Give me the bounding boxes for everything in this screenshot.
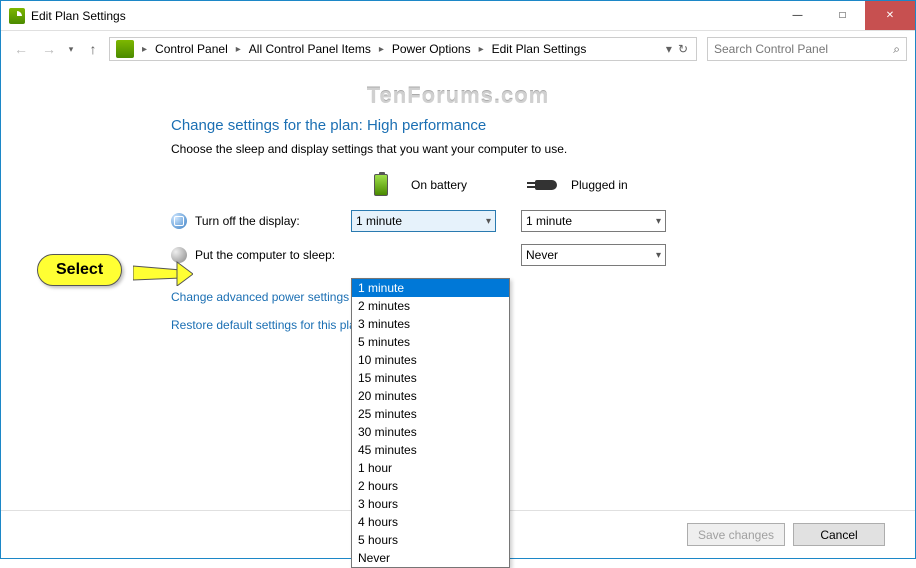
display-battery-combo[interactable]: 1 minute ▾: [351, 210, 496, 232]
back-button[interactable]: ←: [9, 37, 33, 61]
refresh-icon[interactable]: ↻: [678, 42, 688, 56]
dropdown-option[interactable]: 4 hours: [352, 513, 509, 531]
display-plugged-combo[interactable]: 1 minute ▾: [521, 210, 666, 232]
plug-icon: [535, 180, 557, 190]
close-button[interactable]: ✕: [865, 1, 915, 30]
sleep-plugged-combo[interactable]: Never ▾: [521, 244, 666, 266]
dropdown-option[interactable]: 5 minutes: [352, 333, 509, 351]
combo-value: 1 minute: [356, 214, 402, 228]
window-frame: Edit Plan Settings — □ ✕ ← → ▾ ↑ ▸ Contr…: [0, 0, 916, 559]
dropdown-option[interactable]: 10 minutes: [352, 351, 509, 369]
dropdown-option[interactable]: 2 minutes: [352, 297, 509, 315]
dropdown-option[interactable]: 45 minutes: [352, 441, 509, 459]
forward-button[interactable]: →: [37, 37, 61, 61]
control-panel-icon: [116, 40, 134, 58]
link-restore-defaults[interactable]: Restore default settings for this plan: [171, 318, 915, 332]
page-description: Choose the sleep and display settings th…: [171, 142, 915, 156]
minimize-button[interactable]: —: [775, 1, 820, 30]
dropdown-option[interactable]: 25 minutes: [352, 405, 509, 423]
dropdown-option[interactable]: 1 hour: [352, 459, 509, 477]
chevron-down-icon[interactable]: ▾: [666, 42, 672, 56]
combo-value: Never: [526, 248, 558, 262]
content-area: TenForums.com Change settings for the pl…: [1, 67, 915, 510]
save-changes-button[interactable]: Save changes: [687, 523, 785, 546]
dropdown-option[interactable]: 15 minutes: [352, 369, 509, 387]
row-turn-off-display: Turn off the display: 1 minute ▾ 1 minut…: [171, 210, 915, 232]
display-icon: [171, 213, 187, 229]
navbar: ← → ▾ ↑ ▸ Control Panel ▸ All Control Pa…: [1, 31, 915, 67]
chevron-right-icon[interactable]: ▸: [138, 44, 151, 55]
dropdown-option[interactable]: 3 minutes: [352, 315, 509, 333]
breadcrumb-item[interactable]: Control Panel: [151, 42, 232, 56]
chevron-down-icon: ▾: [656, 250, 661, 261]
power-options-icon: [9, 8, 25, 24]
display-battery-dropdown[interactable]: 1 minute2 minutes3 minutes5 minutes10 mi…: [351, 278, 510, 568]
dropdown-option[interactable]: 3 hours: [352, 495, 509, 513]
dropdown-option[interactable]: 5 hours: [352, 531, 509, 549]
dropdown-option[interactable]: 30 minutes: [352, 423, 509, 441]
column-headers: On battery Plugged in: [171, 174, 915, 196]
search-placeholder: Search Control Panel: [714, 42, 828, 56]
up-button[interactable]: ↑: [81, 37, 105, 61]
page-title: Change settings for the plan: High perfo…: [171, 117, 915, 134]
links-section: Change advanced power settings Restore d…: [171, 290, 915, 332]
breadcrumb-item[interactable]: All Control Panel Items: [245, 42, 375, 56]
search-input[interactable]: Search Control Panel ⌕: [707, 37, 907, 61]
turn-off-display-label: Turn off the display:: [195, 214, 300, 228]
cancel-button[interactable]: Cancel: [793, 523, 885, 546]
dropdown-option[interactable]: 1 minute: [352, 279, 509, 297]
chevron-right-icon[interactable]: ▸: [475, 44, 488, 55]
maximize-button[interactable]: □: [820, 1, 865, 30]
annotation-callout: Select: [37, 254, 122, 286]
recent-locations-button[interactable]: ▾: [65, 44, 77, 55]
watermark: TenForums.com: [1, 83, 915, 109]
dropdown-option[interactable]: 20 minutes: [352, 387, 509, 405]
chevron-right-icon[interactable]: ▸: [375, 44, 388, 55]
chevron-down-icon: ▾: [656, 216, 661, 227]
dropdown-option[interactable]: 2 hours: [352, 477, 509, 495]
put-to-sleep-label: Put the computer to sleep:: [195, 248, 335, 262]
titlebar: Edit Plan Settings — □ ✕: [1, 1, 915, 31]
callout-text: Select: [56, 261, 103, 278]
window-title: Edit Plan Settings: [31, 9, 775, 23]
breadcrumb-item[interactable]: Edit Plan Settings: [488, 42, 591, 56]
chevron-right-icon[interactable]: ▸: [232, 44, 245, 55]
on-battery-label: On battery: [411, 178, 467, 192]
breadcrumb-item[interactable]: Power Options: [388, 42, 475, 56]
chevron-down-icon: ▾: [486, 216, 491, 227]
breadcrumb[interactable]: ▸ Control Panel ▸ All Control Panel Item…: [109, 37, 697, 61]
combo-value: 1 minute: [526, 214, 572, 228]
battery-icon: [374, 174, 388, 196]
link-advanced-power-settings[interactable]: Change advanced power settings: [171, 290, 915, 304]
search-icon[interactable]: ⌕: [893, 42, 900, 57]
dropdown-option[interactable]: Never: [352, 549, 509, 567]
row-put-computer-to-sleep: Put the computer to sleep: ▾ Never ▾: [171, 244, 915, 266]
plugged-in-label: Plugged in: [571, 178, 628, 192]
